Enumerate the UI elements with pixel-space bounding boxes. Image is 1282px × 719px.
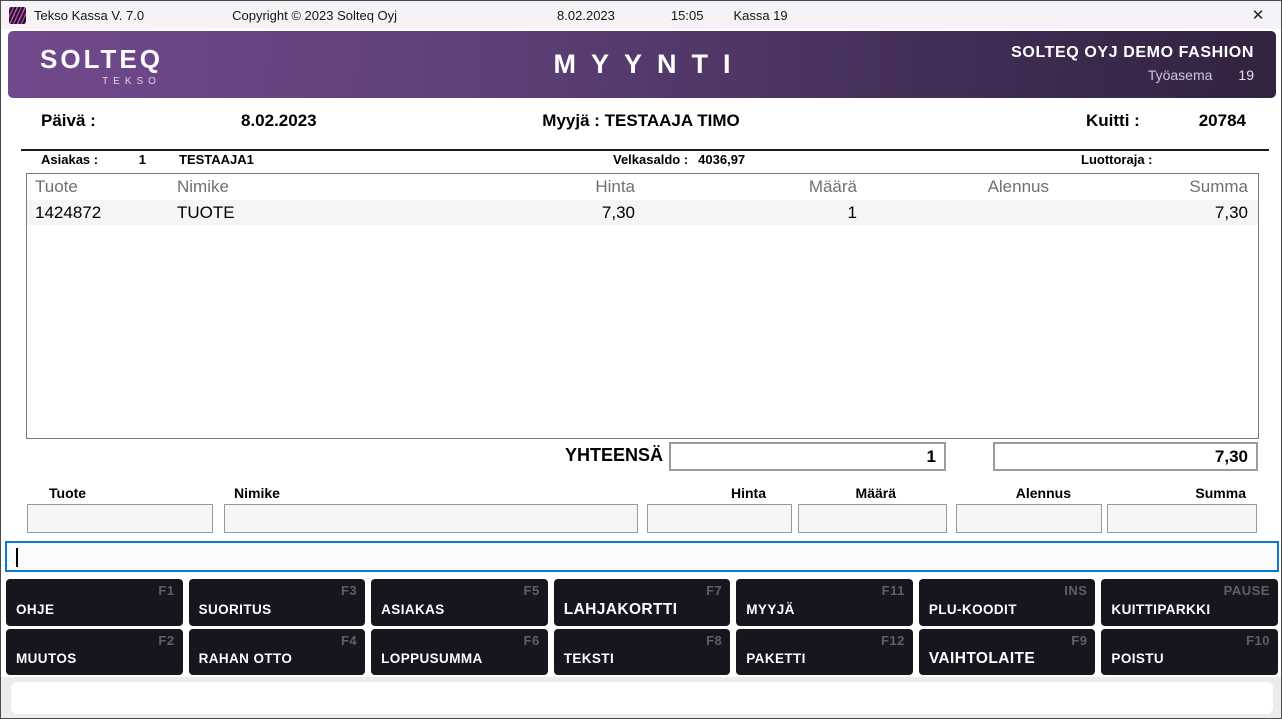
titlebar-register: Kassa 19 — [733, 7, 788, 23]
bottom-strip — [1, 677, 1281, 718]
fkey-ohje-button[interactable]: F1 OHJE — [6, 579, 183, 626]
row-name: TUOTE — [177, 202, 235, 222]
message-bar — [11, 682, 1273, 714]
titlebar-time: 15:05 — [670, 7, 704, 23]
quantity-input[interactable] — [798, 504, 947, 533]
price-input[interactable] — [647, 504, 792, 533]
fkey-plu-koodit-button[interactable]: INS PLU-KOODIT — [918, 579, 1096, 626]
receipt-number: 20784 — [1198, 111, 1246, 130]
fkey-rahan-otto-button[interactable]: F4 RAHAN OTTO — [188, 629, 366, 675]
fkey-hint: F11 — [881, 583, 905, 598]
entry-discount-label: Alennus — [1015, 485, 1071, 501]
fkey-vaihtolaite-button[interactable]: F9 VAIHTOLAITE — [918, 629, 1096, 675]
divider-line — [21, 149, 1269, 151]
entry-sum-label: Summa — [1195, 485, 1246, 501]
table-row[interactable]: 1424872 TUOTE 7,30 1 7,30 — [27, 200, 1258, 225]
col-header-name: Nimike — [177, 177, 229, 196]
fkey-hint: F12 — [880, 633, 905, 648]
discount-input[interactable] — [956, 504, 1102, 533]
fkey-suoritus-button[interactable]: F3 SUORITUS — [188, 579, 366, 626]
fkey-kuittiparkki-button[interactable]: PAUSE KUITTIPARKKI — [1101, 579, 1278, 626]
customer-name: TESTAAJA1 — [179, 152, 254, 167]
sale-info-row: Päivä : 8.02.2023 Myyjä : TESTAAJA TIMO … — [1, 111, 1281, 141]
seller-value: TESTAAJA TIMO — [604, 111, 740, 130]
fkey-hint: F1 — [158, 583, 175, 598]
store-name: SOLTEQ OYJ DEMO FASHION — [1011, 44, 1254, 61]
col-header-sum: Summa — [1189, 177, 1248, 196]
row-quantity: 1 — [847, 202, 857, 222]
col-header-product: Tuote — [35, 177, 78, 196]
col-header-discount: Alennus — [987, 177, 1049, 196]
fkey-hint: F2 — [158, 633, 175, 648]
workstation-number: 19 — [1238, 67, 1254, 83]
command-input[interactable] — [5, 541, 1279, 572]
header-band: SOLTEQ TEKSO MYYNTI SOLTEQ OYJ DEMO FASH… — [8, 31, 1276, 98]
customer-number: 1 — [138, 152, 146, 167]
credit-limit-label: Luottoraja : — [1081, 152, 1153, 167]
workstation-label: Työasema — [1147, 67, 1213, 83]
entry-product-label: Tuote — [49, 485, 87, 501]
fkey-myyja-button[interactable]: F11 MYYJÄ — [736, 579, 913, 626]
copyright-text: Copyright © 2023 Solteq Oyj — [232, 7, 398, 23]
debt-info: Velkasaldo : 4036,97 — [613, 152, 745, 167]
text-caret — [16, 548, 18, 567]
app-window: Tekso Kassa V. 7.0 Copyright © 2023 Solt… — [0, 0, 1282, 719]
fkey-muutos-button[interactable]: F2 MUUTOS — [6, 629, 183, 675]
fkey-paketti-button[interactable]: F12 PAKETTI — [736, 629, 913, 675]
fkey-hint: F6 — [523, 633, 540, 648]
fkey-loppusumma-button[interactable]: F6 LOPPUSUMMA — [371, 629, 548, 675]
row-price: 7,30 — [601, 202, 635, 222]
app-icon — [9, 6, 26, 24]
fkey-hint: F4 — [340, 633, 358, 648]
workstation-info: Työasema 19 — [1011, 67, 1254, 83]
total-sum-box: 7,30 — [993, 442, 1258, 471]
window-title: Tekso Kassa V. 7.0 — [34, 7, 145, 23]
debt-value: 4036,97 — [698, 152, 746, 167]
col-header-quantity: Määrä — [808, 177, 857, 196]
fkey-asiakas-button[interactable]: F5 ASIAKAS — [371, 579, 548, 626]
close-icon[interactable]: ✕ — [1241, 1, 1275, 29]
row-product: 1424872 — [35, 202, 102, 222]
product-input[interactable] — [27, 504, 213, 533]
sum-input[interactable] — [1107, 504, 1257, 533]
name-input[interactable] — [224, 504, 638, 533]
fkey-hint: F9 — [1071, 633, 1088, 648]
fkey-hint: F3 — [340, 583, 358, 598]
entry-price-label: Hinta — [731, 485, 766, 501]
fkey-hint: F5 — [523, 583, 540, 598]
titlebar: Tekso Kassa V. 7.0 Copyright © 2023 Solt… — [1, 1, 1281, 29]
function-key-grid: F1 OHJE F3 SUORITUS F5 ASIAKAS F7 LAHJAK… — [6, 579, 1278, 675]
fkey-hint: PAUSE — [1223, 583, 1270, 598]
fkey-lahjakortti-button[interactable]: F7 LAHJAKORTTI — [553, 579, 731, 626]
seller-label: Myyjä : — [542, 111, 600, 130]
entry-name-label: Nimike — [234, 485, 280, 501]
fkey-hint: F8 — [706, 633, 723, 648]
total-quantity-box: 1 — [669, 442, 946, 471]
fkey-poistu-button[interactable]: F10 POISTU — [1101, 629, 1278, 675]
customer-row: Asiakas : 1 TESTAAJA1 Velkasaldo : 4036,9… — [1, 152, 1281, 172]
total-label: YHTEENSÄ — [564, 445, 663, 465]
store-info: SOLTEQ OYJ DEMO FASHION Työasema 19 — [1011, 44, 1254, 83]
entry-quantity-label: Määrä — [855, 485, 896, 501]
fkey-teksti-button[interactable]: F8 TEKSTI — [553, 629, 731, 675]
fkey-hint: F10 — [1246, 633, 1270, 648]
receipt-label: Kuitti : — [1086, 111, 1140, 130]
debt-label: Velkasaldo : — [613, 152, 689, 167]
sale-lines-table: Tuote Nimike Hinta Määrä Alennus Summa 1… — [26, 173, 1259, 439]
customer-label: Asiakas : — [41, 152, 99, 167]
col-header-price: Hinta — [595, 177, 635, 196]
row-sum: 7,30 — [1214, 202, 1248, 222]
table-header-row: Tuote Nimike Hinta Määrä Alennus Summa — [27, 174, 1258, 200]
fkey-hint: F7 — [706, 583, 723, 598]
fkey-hint: INS — [1064, 583, 1088, 598]
titlebar-date: 8.02.2023 — [557, 7, 615, 23]
